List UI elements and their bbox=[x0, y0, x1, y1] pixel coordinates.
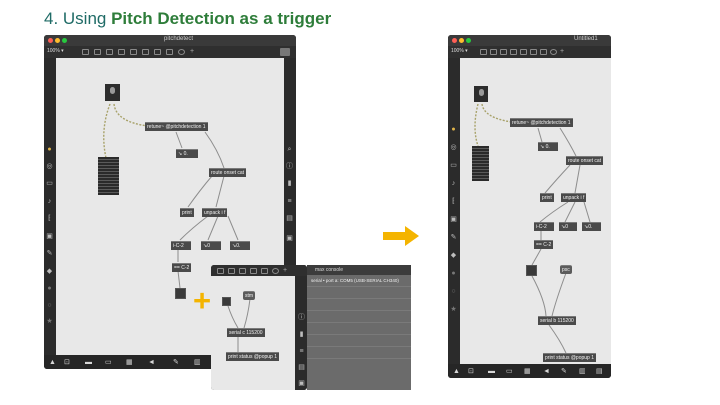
message-box[interactable]: psc bbox=[560, 265, 572, 274]
adc-microphone[interactable] bbox=[474, 86, 488, 102]
patch-cords-right bbox=[474, 103, 591, 354]
float-number-box[interactable]: ↘0. bbox=[582, 222, 601, 231]
print-status-object[interactable]: print status @popup 1 bbox=[543, 353, 596, 362]
serial-object[interactable]: serial b 115200 bbox=[538, 316, 576, 325]
retune-object[interactable]: retune~ @pitchdetection 1 bbox=[510, 118, 573, 127]
equals-object[interactable]: == C-2 bbox=[534, 240, 554, 249]
toggle[interactable] bbox=[526, 265, 537, 276]
level-meter bbox=[472, 146, 489, 181]
int-number-box[interactable]: ↘0 bbox=[559, 222, 577, 231]
float-number-box[interactable]: ↘ 0. bbox=[538, 142, 558, 151]
microphone-icon bbox=[478, 89, 484, 96]
print-object[interactable]: print bbox=[540, 193, 554, 202]
unpack-object[interactable]: unpack i f bbox=[561, 193, 587, 202]
route-object[interactable]: route onset cat bbox=[566, 156, 604, 165]
note-name-box[interactable]: i-C-2 bbox=[534, 222, 554, 231]
